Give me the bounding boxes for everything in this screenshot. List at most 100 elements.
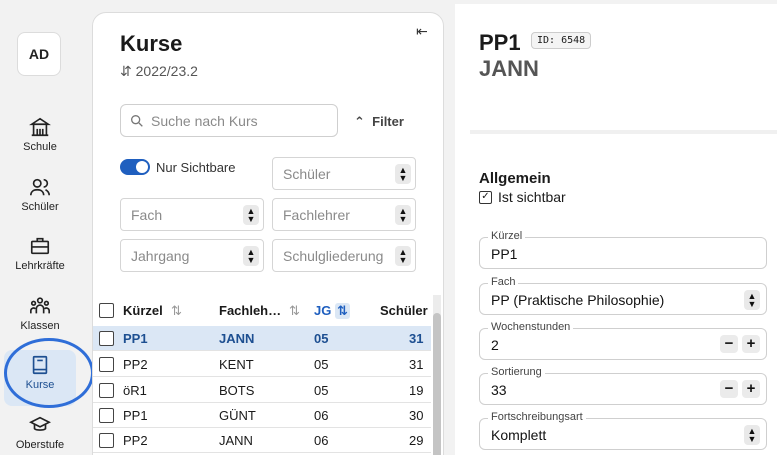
field-label: Kürzel [488,230,526,242]
select-arrows-icon: ▲ ▼ [395,164,411,184]
select-arrows-icon: ▲ ▼ [395,246,411,266]
select-value: Schulgliederung [283,247,384,264]
row-checkbox[interactable] [99,383,114,398]
field-label: Wochenstunden [488,321,574,333]
jahrgang-select[interactable]: Jahrgang ▲ ▼ [120,239,264,272]
select-arrows-icon: ▲ ▼ [243,246,259,266]
section-heading: Allgemein [479,170,551,187]
course-detail-panel: PP1 ID: 6548 JANN Allgemein ✓ Ist sichtb… [455,0,777,455]
avatar[interactable]: AD [17,32,61,76]
filter-toggle-button[interactable]: ⌃ Filter [354,114,404,130]
table-row[interactable]: PP1 GÜNT 06 30 [93,403,431,428]
col-fachlehrer[interactable]: Fachleh… [219,303,281,318]
cell-kuerzel: öR1 [123,383,147,398]
cell-lehrer: GÜNT [219,408,256,423]
kuerzel-field[interactable]: Kürzel PP1 [479,230,767,269]
wochenstunden-field[interactable]: Wochenstunden 2 − + [479,321,767,360]
search-placeholder: Suche nach Kurs [151,112,258,129]
fach-field[interactable]: Fach PP (Praktische Philosophie) ▲ ▼ [479,276,767,315]
table-row[interactable]: öR1 BOTS 05 19 [93,378,431,403]
row-checkbox[interactable] [99,357,114,372]
visible-only-toggle-row[interactable]: Nur Sichtbare [120,159,235,175]
cell-schueler: 31 [409,331,424,346]
fachlehrer-select[interactable]: Fachlehrer ▲ ▼ [272,198,416,231]
cell-lehrer: JANN [219,433,253,448]
select-all-checkbox[interactable] [99,303,114,318]
select-arrows-icon: ▲ ▼ [744,290,760,310]
cell-jg: 05 [314,357,329,372]
table-row[interactable]: PP1 JANN 05 31 [93,326,431,351]
select-arrows-icon: ▲ ▼ [243,205,259,225]
sort-active-icon[interactable]: ⇅ [335,303,350,319]
nav-item-schueler[interactable]: Schüler [4,172,76,228]
cell-schueler: 31 [409,357,424,372]
chevron-up-down-icon: ⇵ [120,63,132,79]
users-icon [30,178,50,196]
school-year-selector[interactable]: ⇵ 2022/23.2 [120,63,198,80]
sort-icon[interactable]: ⇅ [171,303,182,319]
field-value: PP (Praktische Philosophie) [491,292,665,308]
table-row[interactable]: PP2 KENT 05 31 [93,352,431,377]
select-arrows-icon: ▲ ▼ [744,425,760,445]
cell-jg: 06 [314,408,329,423]
field-value: 33 [491,382,507,398]
sort-icon[interactable]: ⇅ [289,303,300,319]
cell-schueler: 29 [409,433,424,448]
nav-item-label: Lehrkräfte [15,260,65,272]
cell-kuerzel: PP1 [123,408,148,423]
field-value: 2 [491,337,499,353]
nav-item-label: Schule [23,141,57,153]
group-icon [30,297,50,314]
field-label: Sortierung [488,366,545,378]
visible-checkbox[interactable]: ✓ [479,190,492,204]
scrollbar-thumb[interactable] [433,313,441,455]
divider [455,0,777,4]
col-schueler[interactable]: Schüler [380,303,428,318]
increment-button[interactable]: + [742,380,760,398]
cell-lehrer: KENT [219,357,254,372]
detail-title: PP1 [479,30,521,55]
id-badge: ID: 6548 [531,32,592,49]
field-label: Fach [488,276,519,288]
nav-item-schule[interactable]: Schule [4,112,76,168]
decrement-button[interactable]: − [720,335,738,353]
collapse-panel-icon[interactable]: ⇤ [416,23,428,40]
schueler-select[interactable]: Schüler ▲ ▼ [272,157,416,190]
chevron-up-icon: ⌃ [354,114,365,129]
detail-subtitle: JANN [479,56,539,81]
nav-item-oberstufe[interactable]: Oberstufe [4,410,76,455]
col-kuerzel[interactable]: Kürzel [123,303,163,318]
filter-label: Filter [372,114,404,129]
page-title: Kurse [120,31,183,56]
table-row[interactable]: PP2 JANN 06 29 [93,428,431,453]
select-value: Fachlehrer [283,206,350,223]
search-icon [131,114,143,127]
select-value: Jahrgang [131,247,190,264]
school-year-label: 2022/23.2 [135,63,198,79]
sortierung-field[interactable]: Sortierung 33 − + [479,366,767,405]
increment-button[interactable]: + [742,335,760,353]
course-list-panel: ⇤ Kurse ⇵ 2022/23.2 Suche nach Kurs ⌃ Fi… [92,12,444,455]
cell-jg: 05 [314,331,329,346]
col-jg[interactable]: JG [314,303,331,318]
select-arrows-icon: ▲ ▼ [395,205,411,225]
visible-only-label: Nur Sichtbare [156,159,236,175]
field-value: PP1 [491,246,518,262]
divider [470,130,777,134]
fach-select[interactable]: Fach ▲ ▼ [120,198,264,231]
cell-kuerzel: PP2 [123,433,148,448]
schulgliederung-select[interactable]: Schulgliederung ▲ ▼ [272,239,416,272]
visible-checkbox-row[interactable]: ✓ Ist sichtbar [479,189,566,205]
row-checkbox[interactable] [99,408,114,423]
cell-lehrer: BOTS [219,383,255,398]
visible-only-toggle[interactable] [120,159,150,175]
row-checkbox[interactable] [99,331,114,346]
cell-kuerzel: PP2 [123,357,148,372]
row-checkbox[interactable] [99,433,114,448]
decrement-button[interactable]: − [720,380,738,398]
cell-schueler: 30 [409,408,424,423]
search-input[interactable]: Suche nach Kurs [120,104,338,137]
field-value: Komplett [491,427,547,443]
fortschreibungsart-field[interactable]: Fortschreibungsart Komplett ▲ ▼ [479,411,767,450]
nav-item-lehrkraefte[interactable]: Lehrkräfte [4,231,76,287]
